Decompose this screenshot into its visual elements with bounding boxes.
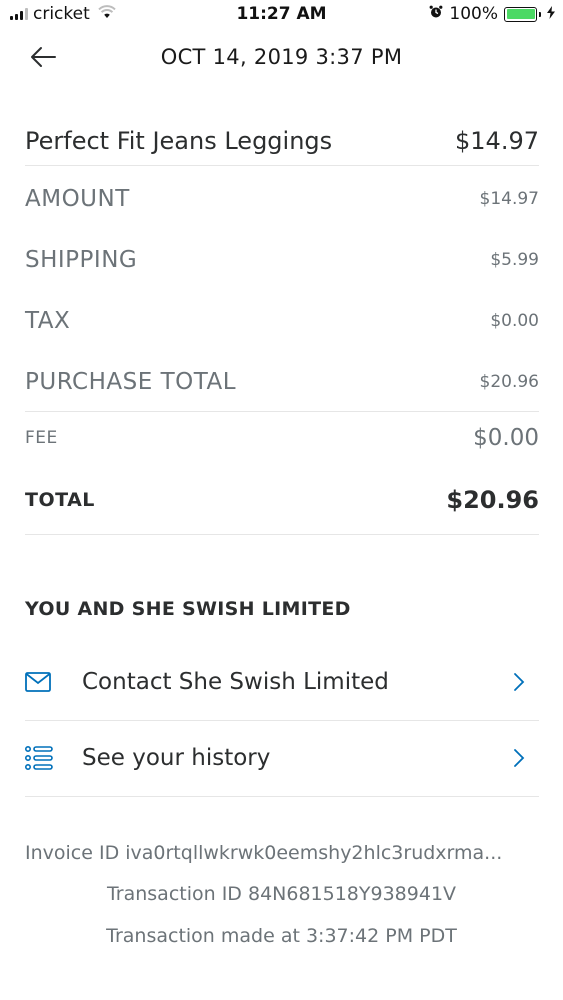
item-row: Perfect Fit Jeans Leggings $14.97 [25,117,539,166]
purchase-total-row: PURCHASE TOTAL $20.96 [25,365,539,399]
purchase-total-value: $20.96 [479,372,539,392]
contact-merchant-link[interactable]: Contact She Swish Limited [25,644,539,721]
total-row: TOTAL $20.96 [25,483,539,517]
battery-icon [504,6,541,22]
divider [25,411,539,412]
item-name: Perfect Fit Jeans Leggings [25,127,333,155]
invoice-id: Invoice ID iva0rtqllwkrwk0eemshy2hlc3rud… [25,842,503,864]
fee-row: FEE $0.00 [25,421,539,455]
charging-icon [547,4,555,24]
divider [25,534,539,535]
status-right: 100% [429,4,555,24]
status-bar: cricket 11:27 AM 100% [0,0,563,30]
tax-label: TAX [25,308,71,334]
total-value: $20.96 [446,486,539,514]
purchase-total-label: PURCHASE TOTAL [25,369,237,395]
alarm-icon [429,4,443,24]
header: OCT 14, 2019 3:37 PM [0,40,563,80]
fee-label: FEE [25,428,58,448]
amount-row: AMOUNT $14.97 [25,182,539,216]
transaction-id: Transaction ID 84N681518Y938941V [106,883,457,905]
contact-merchant-label: Contact She Swish Limited [82,669,389,695]
transaction-time: Transaction made at 3:37:42 PM PDT [106,925,457,947]
shipping-value: $5.99 [490,250,539,270]
amount-value: $14.97 [479,189,539,209]
item-price: $14.97 [455,127,539,155]
see-history-link[interactable]: See your history [25,720,539,797]
tax-value: $0.00 [490,311,539,331]
list-icon [25,746,57,770]
total-label: TOTAL [25,489,95,511]
shipping-label: SHIPPING [25,247,138,273]
see-history-label: See your history [82,745,271,771]
tax-row: TAX $0.00 [25,304,539,338]
chevron-right-icon [509,672,529,692]
section-title: YOU AND SHE SWISH LIMITED [25,598,351,620]
amount-label: AMOUNT [25,186,130,212]
chevron-right-icon [509,748,529,768]
page-title: OCT 14, 2019 3:37 PM [160,45,403,69]
battery-fill [506,9,535,19]
battery-percent: 100% [449,4,498,24]
shipping-row: SHIPPING $5.99 [25,243,539,277]
fee-value: $0.00 [473,425,539,451]
envelope-icon [25,670,57,694]
